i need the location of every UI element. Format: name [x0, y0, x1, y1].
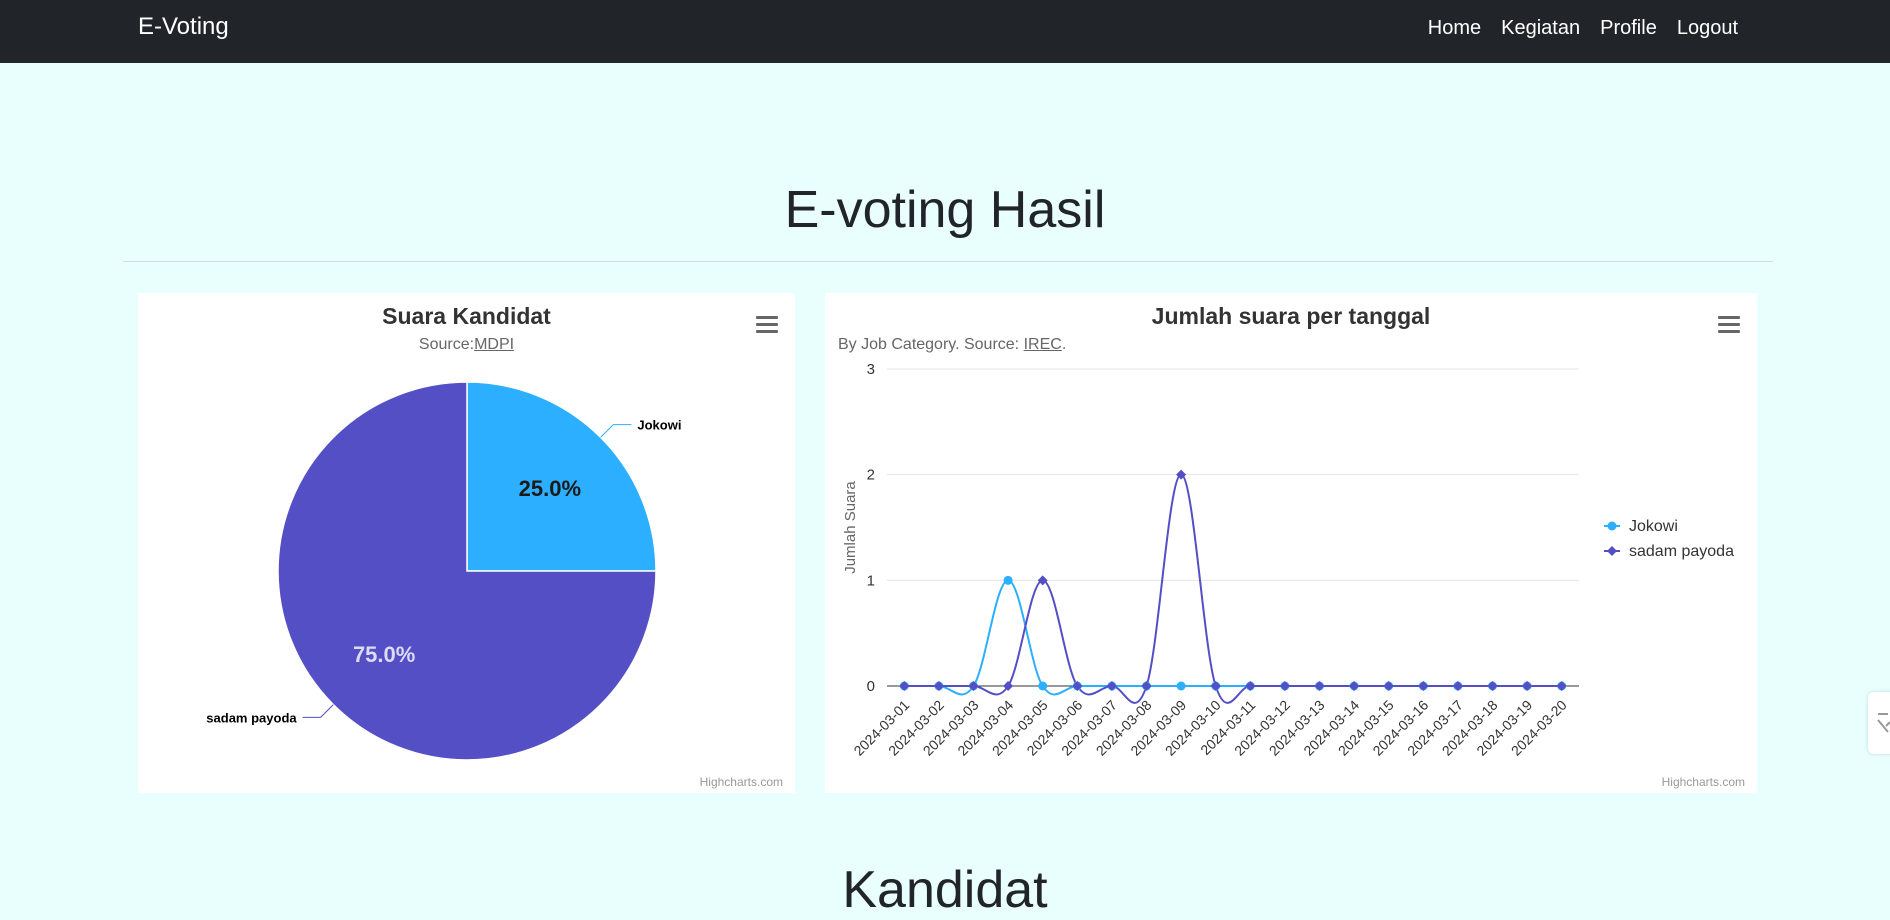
line-chart-card: 0 1 2 3 Jumlah Suara 2024-03-01 2024-03-02 2024… [825, 293, 1757, 793]
legend-label-1[interactable]: sadam payoda [1629, 543, 1734, 560]
legend-marker-0 [1607, 521, 1617, 531]
line-credits-link[interactable]: Highcharts.com [1662, 775, 1745, 789]
hamburger-menu-icon[interactable] [1718, 316, 1740, 334]
series-1-point-16 [1452, 681, 1463, 691]
line-chart: 0123Jumlah Suara2024-03-012024-03-022024… [842, 361, 1734, 759]
pie-connector-1 [302, 704, 334, 718]
line-subtitle-suffix: . [1061, 336, 1067, 353]
brand-link[interactable]: E-Voting [138, 13, 229, 41]
pie-chart-title: Suara Kandidat [382, 303, 551, 329]
side-accessibility-tab[interactable] [1868, 692, 1890, 754]
series-1-point-1 [933, 681, 944, 691]
line-subtitle-prefix: By Job Category. Source: [838, 336, 1024, 353]
nav-logout-link[interactable]: Logout [1667, 16, 1748, 40]
series-0-point-8 [1176, 681, 1186, 691]
line-chart-subtitle: By Job Category. Source: IREC. [838, 336, 1066, 354]
series-1-point-14 [1383, 681, 1394, 691]
pie-subtitle-prefix: Source: [418, 336, 475, 353]
series-1-point-17 [1487, 681, 1498, 691]
pie-chart-subtitle: Source:MDPI [138, 336, 795, 354]
series-1-point-9 [1210, 681, 1221, 691]
line-chart-title: Jumlah suara per tanggal [1151, 303, 1431, 329]
y-tick-label-2: 2 [867, 467, 875, 484]
pie-source-link[interactable]: MDPI [474, 336, 514, 353]
series-1-point-19 [1556, 681, 1567, 691]
legend-label-0[interactable]: Jokowi [1629, 518, 1678, 535]
series-line-1 [904, 473, 1562, 704]
hamburger-menu-icon[interactable] [756, 316, 778, 334]
series-1-point-0 [899, 681, 910, 691]
y-tick-label-0: 0 [867, 678, 875, 695]
series-1-point-7 [1141, 681, 1152, 691]
pie-connector-0 [600, 424, 632, 438]
side-tab-icon [1877, 713, 1890, 733]
series-1-point-12 [1314, 681, 1325, 691]
y-tick-label-3: 3 [867, 361, 875, 378]
title-divider [123, 261, 1773, 262]
series-1-point-6 [1106, 681, 1117, 691]
pie-name-label-0: Jokowi [637, 418, 681, 433]
legend-marker-1 [1607, 546, 1617, 556]
pie-credits-link[interactable]: Highcharts.com [700, 775, 783, 789]
pie-percent-label-0: 25.0% [519, 476, 581, 501]
pie-chart-card: 25.0% Jokowi 75.0% sadam payoda Suara Kandi… [138, 293, 795, 793]
series-0-point-4 [1038, 681, 1048, 691]
pie-percent-label-1: 75.0% [353, 642, 415, 667]
series-1-point-13 [1349, 681, 1360, 691]
series-0-point-3 [1003, 575, 1013, 585]
pie-name-label-1: sadam payoda [206, 710, 297, 725]
series-line-0 [904, 579, 1562, 696]
kandidat-section-title: Kandidat [842, 861, 1048, 919]
nav-home-link[interactable]: Home [1418, 16, 1491, 40]
page-title: E-voting Hasil [784, 181, 1106, 239]
pie-chart: 25.0% Jokowi 75.0% sadam payoda [206, 381, 681, 761]
line-source-link[interactable]: IREC [1024, 336, 1062, 353]
series-1-point-11 [1279, 681, 1290, 691]
series-1-point-18 [1522, 681, 1533, 691]
y-axis-title: Jumlah Suara [842, 481, 859, 574]
series-1-point-10 [1245, 681, 1256, 691]
nav-links: Home Kegiatan Profile Logout [1418, 16, 1748, 40]
series-1-point-15 [1418, 681, 1429, 691]
nav-profile-link[interactable]: Profile [1590, 16, 1667, 40]
nav-kegiatan-link[interactable]: Kegiatan [1491, 16, 1590, 40]
y-tick-label-1: 1 [867, 572, 875, 589]
top-navbar: E-Voting Home Kegiatan Profile Logout [0, 0, 1890, 63]
